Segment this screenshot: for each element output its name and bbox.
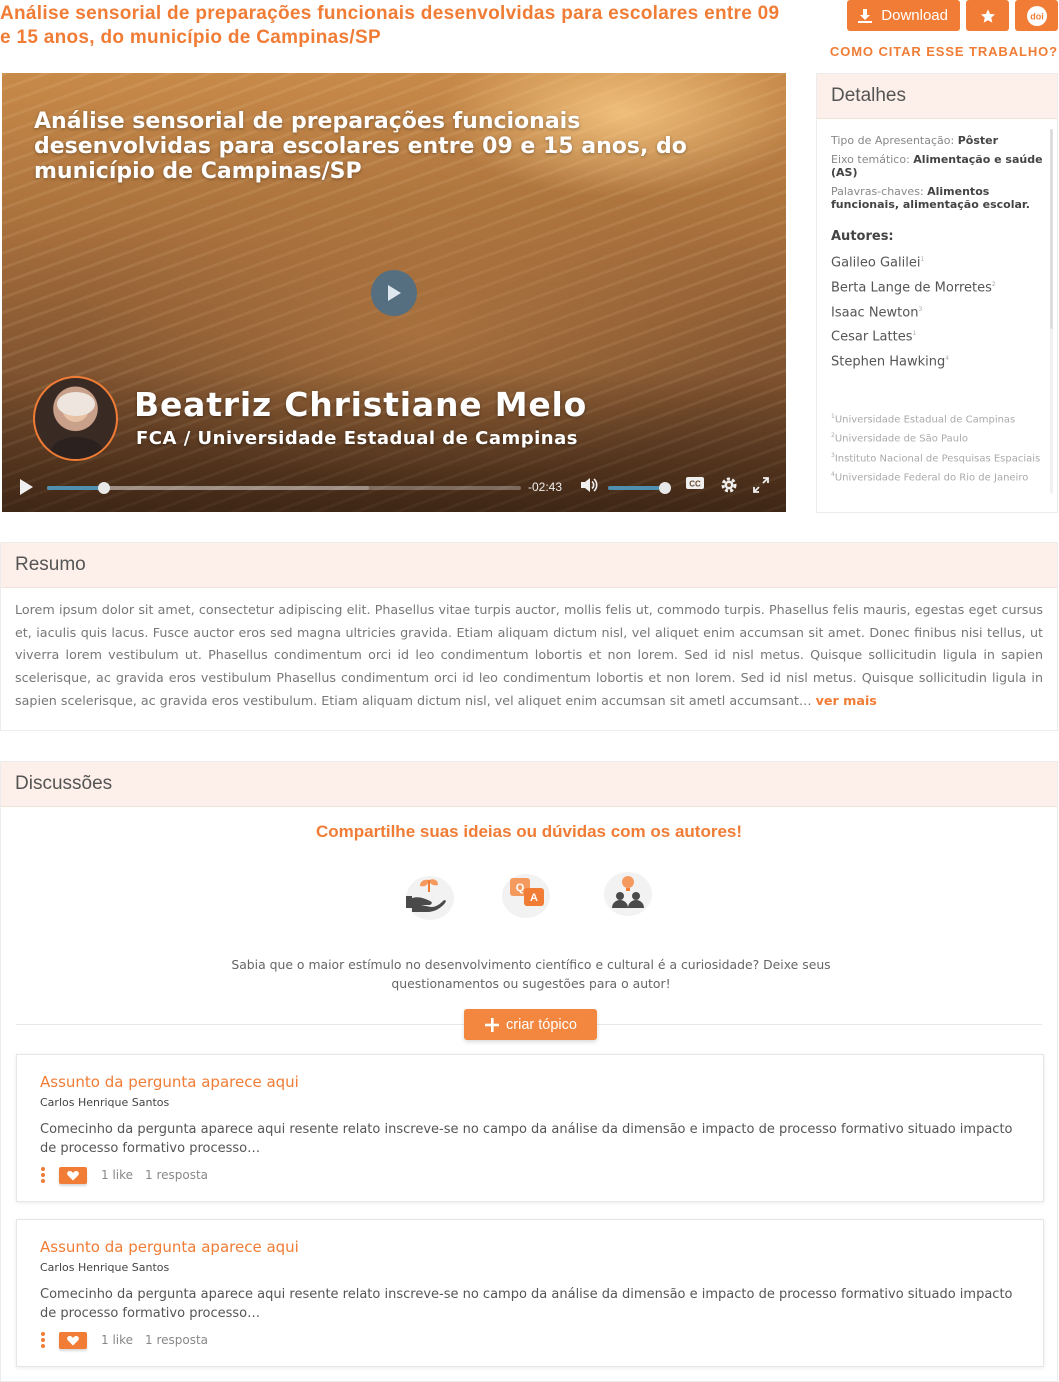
author-item[interactable]: Isaac Newton3	[831, 299, 1045, 324]
topic-body: Comecinho da pergunta aparece aqui resen…	[40, 1287, 1013, 1321]
fullscreen-icon	[753, 477, 769, 493]
presenter-avatar	[33, 376, 118, 461]
create-topic-label: criar tópico	[506, 1016, 577, 1033]
settings-button[interactable]	[720, 476, 738, 499]
top-actions: Download doi	[847, 0, 1058, 31]
abstract-text: Lorem ipsum dolor sit amet, consectetur …	[15, 602, 1043, 708]
play-pause-button[interactable]	[18, 478, 34, 501]
video-controls: -02:43 CC	[2, 462, 786, 512]
volume-handle[interactable]	[659, 482, 671, 494]
like-count: 1 like	[101, 1168, 134, 1182]
topic-title[interactable]: Assunto da pergunta aparece aqui	[40, 1238, 299, 1256]
growing-plant-hand-icon	[406, 876, 454, 920]
topic-title[interactable]: Assunto da pergunta aparece aqui	[40, 1073, 299, 1091]
star-icon	[980, 8, 995, 23]
author-item[interactable]: Galileo Galilei1	[831, 249, 1045, 274]
authors-heading: Autores:	[831, 229, 894, 244]
authors-list: Galileo Galilei1 Berta Lange de Morretes…	[831, 249, 1045, 373]
volume-button[interactable]	[579, 476, 599, 499]
time-remaining: -02:43	[528, 480, 563, 494]
institution-item: 2Universidade de São Paulo	[831, 432, 968, 445]
presenter-affiliation: FCA / Universidade Estadual de Campinas	[136, 428, 578, 449]
more-options-icon[interactable]	[39, 1167, 47, 1185]
abstract-panel: Resumo Lorem ipsum dolor sit amet, conse…	[0, 542, 1058, 731]
fullscreen-button[interactable]	[752, 476, 770, 499]
institution-item: 4Universidade Federal do Rio de Janeiro	[831, 471, 1029, 484]
topic-card: Assunto da pergunta aparece aqui Carlos …	[16, 1054, 1044, 1202]
progress-handle[interactable]	[97, 482, 110, 494]
big-play-button[interactable]	[371, 270, 417, 316]
details-heading: Detalhes	[817, 74, 1057, 119]
topic-author: Carlos Henrique Santos	[40, 1096, 170, 1109]
presentation-type: Tipo de Apresentação: Pôster	[831, 134, 999, 147]
discussions-description: Sabia que o maior estímulo no desenvolvi…	[231, 957, 831, 991]
favorite-button[interactable]	[966, 0, 1009, 31]
details-scrollbar[interactable]	[1050, 129, 1053, 329]
play-icon	[20, 479, 33, 495]
doi-icon: doi	[1026, 5, 1047, 26]
institution-item: 1Universidade Estadual de Campinas	[831, 413, 1016, 426]
people-idea-icon	[604, 872, 652, 916]
captions-button[interactable]: CC	[685, 476, 705, 497]
video-player[interactable]: Análise sensorial de preparações funcion…	[2, 73, 786, 512]
volume-fill	[608, 486, 665, 490]
volume-icon	[581, 478, 598, 492]
presenter-name: Beatriz Christiane Melo	[134, 385, 588, 424]
plus-icon	[485, 1017, 500, 1032]
progress-fill	[47, 486, 104, 490]
author-item[interactable]: Cesar Lattes1	[831, 323, 1045, 348]
heart-icon	[67, 1336, 79, 1346]
topic-body: Comecinho da pergunta aparece aqui resen…	[40, 1122, 1013, 1156]
cite-link[interactable]: COMO CITAR ESSE TRABALHO?	[830, 44, 1058, 59]
play-icon	[388, 285, 401, 301]
captions-icon: CC	[686, 477, 704, 489]
like-count: 1 like	[101, 1333, 134, 1347]
reply-count[interactable]: 1 resposta	[145, 1333, 208, 1347]
svg-text:CC: CC	[689, 480, 701, 489]
topic-author: Carlos Henrique Santos	[40, 1261, 170, 1274]
svg-text:doi: doi	[1030, 11, 1044, 21]
discussions-cta: Compartilhe suas ideias ou dúvidas com o…	[315, 822, 743, 841]
institution-item: 3Instituto Nacional de Pesquisas Espacia…	[831, 451, 1041, 465]
page-title: Análise sensorial de preparações funcion…	[0, 3, 780, 48]
more-options-icon[interactable]	[39, 1332, 47, 1350]
discussions-heading: Discussões	[1, 762, 1057, 807]
abstract-heading: Resumo	[1, 543, 1057, 588]
progress-bar[interactable]	[47, 482, 521, 494]
thematic-axis: Eixo temático: Alimentação e saúde (AS)	[831, 153, 1043, 179]
discussion-illustrations: Q A	[396, 866, 662, 922]
institutions-list: 1Universidade Estadual de Campinas 2Univ…	[831, 411, 1045, 483]
details-body: Tipo de Apresentação: Pôster Eixo temáti…	[831, 134, 1045, 488]
download-icon	[858, 8, 873, 23]
create-topic-button[interactable]: criar tópico	[464, 1009, 597, 1040]
doi-button[interactable]: doi	[1015, 0, 1058, 31]
topic-card: Assunto da pergunta aparece aqui Carlos …	[16, 1219, 1044, 1367]
reply-count[interactable]: 1 resposta	[145, 1168, 208, 1182]
like-button[interactable]	[59, 1332, 87, 1349]
svg-text:Q: Q	[516, 882, 525, 894]
video-title: Análise sensorial de preparações funcion…	[34, 109, 687, 184]
author-item[interactable]: Berta Lange de Morretes2	[831, 274, 1045, 299]
like-button[interactable]	[59, 1167, 87, 1184]
download-button[interactable]: Download	[847, 0, 960, 31]
see-more-link[interactable]: ver mais	[816, 693, 877, 708]
gear-icon	[721, 477, 737, 493]
author-item[interactable]: Stephen Hawking4	[831, 348, 1045, 373]
question-answer-icon: Q A	[502, 874, 550, 918]
heart-icon	[67, 1171, 79, 1181]
svg-text:A: A	[530, 892, 538, 904]
keywords: Palavras-chaves: Alimentos funcionais, a…	[831, 185, 1030, 211]
discussions-panel: Discussões Compartilhe suas ideias ou dú…	[0, 761, 1058, 1382]
volume-slider[interactable]	[608, 482, 671, 494]
details-panel: Detalhes Tipo de Apresentação: Pôster Ei…	[816, 73, 1058, 513]
download-label: Download	[881, 7, 948, 24]
